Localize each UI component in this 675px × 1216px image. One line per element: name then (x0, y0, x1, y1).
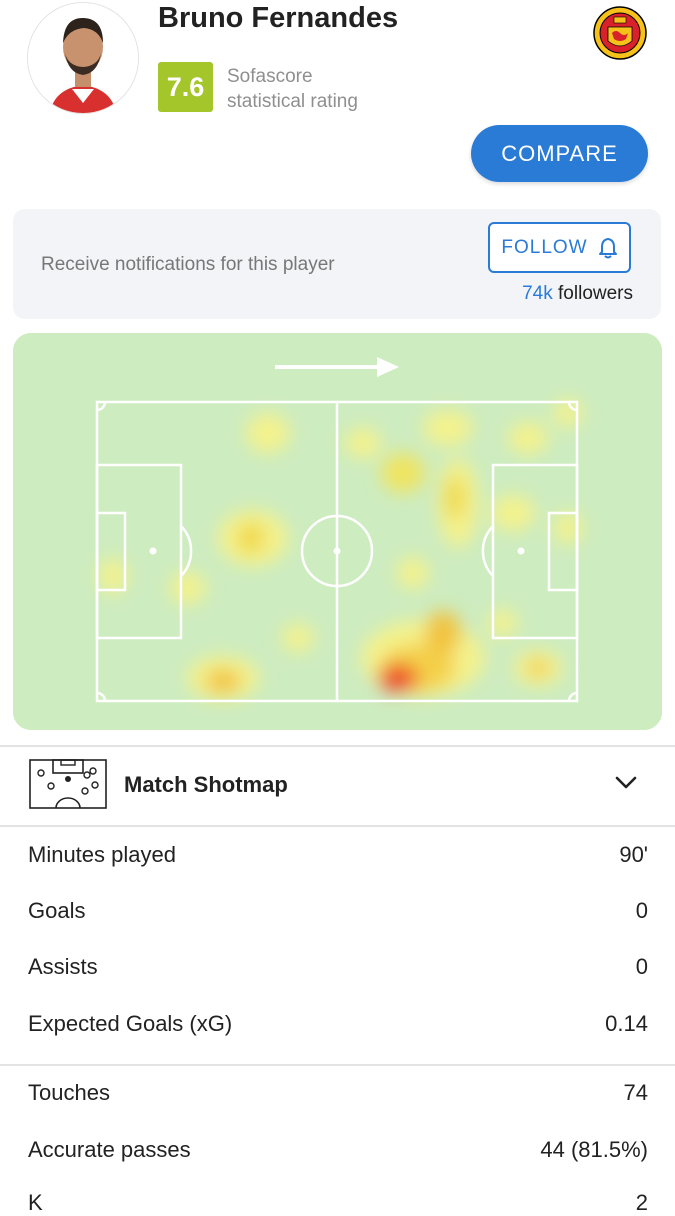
stat-row-cut-off: K 2 (28, 1190, 648, 1216)
player-photo (28, 3, 138, 113)
shotmap-toggle[interactable]: Match Shotmap (0, 746, 675, 825)
stat-label: Goals (28, 898, 86, 923)
stat-label: Accurate passes (28, 1137, 191, 1162)
stat-value: 74 (623, 1080, 648, 1105)
bell-icon (598, 237, 617, 258)
stat-row-minutes: Minutes played 90' (28, 842, 648, 868)
stat-label: Expected Goals (xG) (28, 1011, 233, 1036)
follow-label: FOLLOW (501, 236, 588, 258)
rating-badge: 7.6 (158, 62, 213, 112)
notifications-card: Receive notifications for this player FO… (13, 209, 661, 319)
stat-value: 2 (635, 1190, 648, 1215)
divider (0, 825, 675, 827)
stat-label: Touches (28, 1080, 110, 1105)
stat-value: 0 (635, 954, 648, 979)
pitch-icon (29, 759, 107, 809)
compare-button[interactable]: COMPARE (471, 125, 648, 182)
stat-row-accurate-passes: Accurate passes 44 (81.5%) (28, 1137, 648, 1163)
divider (0, 1064, 675, 1066)
notifications-text: Receive notifications for this player (41, 254, 335, 275)
followers-count: 74k (522, 283, 553, 304)
stat-row-xg: Expected Goals (xG) 0.14 (28, 1011, 648, 1037)
rating-caption-line1: Sofascore (227, 66, 313, 87)
stat-label: K (28, 1190, 43, 1215)
stat-value: 90' (619, 842, 648, 867)
chevron-down-icon[interactable] (614, 775, 638, 791)
stat-row-goals: Goals 0 (28, 898, 648, 924)
stat-row-assists: Assists 0 (28, 954, 648, 980)
shotmap-title: Match Shotmap (124, 772, 288, 797)
stat-value: 0.14 (605, 1011, 648, 1036)
stat-row-touches: Touches 74 (28, 1080, 648, 1106)
rating-caption: Sofascore statistical rating (227, 64, 358, 114)
rating-caption-line2: statistical rating (227, 91, 358, 112)
heatmap (13, 333, 662, 730)
followers-info: 74k followers (522, 283, 633, 305)
player-avatar (27, 2, 139, 114)
follow-button[interactable]: FOLLOW (488, 222, 631, 273)
stat-value: 0 (635, 898, 648, 923)
club-crest-icon[interactable] (592, 5, 648, 61)
stat-label: Assists (28, 954, 98, 979)
followers-label: followers (552, 283, 633, 304)
stat-label: Minutes played (28, 842, 176, 867)
stat-value: 44 (81.5%) (540, 1137, 648, 1162)
heatmap-pitch (13, 333, 662, 730)
player-name: Bruno Fernandes (158, 2, 399, 34)
